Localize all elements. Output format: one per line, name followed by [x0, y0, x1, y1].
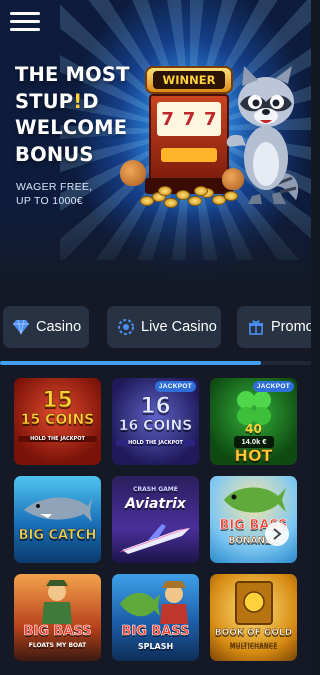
category-tabs: Casino Live Casino Promo — [0, 306, 311, 348]
game-tile-big-bass-bonanza[interactable]: BIG BASS BONANZA — [210, 476, 297, 563]
game-tile-big-bass-splash[interactable]: BIG BASS SPLASH — [112, 574, 199, 661]
carousel-next-button[interactable] — [265, 522, 289, 546]
gift-icon — [247, 318, 265, 336]
reel-symbol: 7 — [182, 108, 196, 130]
winner-label: WINNER — [153, 71, 225, 89]
golden-book-icon — [235, 581, 273, 625]
diamond-icon — [12, 318, 30, 336]
raccoon-mascot-illustration — [226, 66, 299, 204]
jackpot-badge: JACKPOT — [252, 381, 294, 392]
poker-chip-icon — [117, 318, 135, 336]
tab-live-casino[interactable]: Live Casino — [107, 306, 221, 348]
tab-label: Casino — [36, 319, 82, 335]
winner-sign: WINNER — [145, 66, 233, 94]
tab-label: Promo — [271, 319, 311, 335]
game-tile-hot[interactable]: 40 HOT 14.0k € JACKPOT — [210, 378, 297, 465]
slot-machine-illustration: WINNER 7 7 7 — [145, 66, 233, 194]
tab-promo[interactable]: Promo — [237, 306, 311, 348]
hamburger-menu-icon[interactable] — [10, 12, 40, 36]
tab-casino[interactable]: Casino — [3, 306, 89, 348]
plane-illustration — [119, 524, 190, 554]
chevron-right-icon — [273, 528, 282, 540]
game-tile-big-bass-floats-my-boat[interactable]: BIG BASS FLOATS MY BOAT — [14, 574, 101, 661]
welcome-bonus-banner[interactable]: WINNER 7 7 7 THE MOST STUP!D WELCOME BON… — [0, 0, 311, 292]
game-tile-big-catch[interactable]: BIG CATCH — [14, 476, 101, 563]
tabs-scroll-indicator — [0, 361, 311, 365]
tabs-scroll-indicator-fill — [0, 361, 262, 365]
game-tile-book-of-gold[interactable]: BOOK OF GOLD MULTICHANCE — [210, 574, 297, 661]
casino-home-page: WINNER 7 7 7 THE MOST STUP!D WELCOME BON… — [0, 0, 311, 675]
game-tile-aviatrix[interactable]: CRASH GAME Aviatrix — [112, 476, 199, 563]
game-tile-16-coins[interactable]: 16 16 COINS HOLD THE JACKPOT JACKPOT — [112, 378, 199, 465]
hero-title: THE MOST STUP!D WELCOME BONUS — [15, 63, 130, 166]
fisherman-illustration — [42, 580, 72, 624]
fisherman-and-fish-illustration — [120, 581, 188, 624]
shark-illustration — [24, 497, 92, 522]
reel-symbol: 7 — [161, 108, 174, 130]
reel-symbol: 7 — [204, 108, 217, 130]
slot-reels: 7 7 7 — [157, 102, 221, 136]
game-tile-15-coins[interactable]: 15 15 COINS HOLD THE JACKPOT — [14, 378, 101, 465]
jackpot-amount: 14.0k € — [234, 436, 274, 448]
jackpot-badge: JACKPOT — [154, 381, 196, 392]
bass-fish-illustration — [224, 487, 286, 513]
tab-label: Live Casino — [141, 319, 217, 335]
